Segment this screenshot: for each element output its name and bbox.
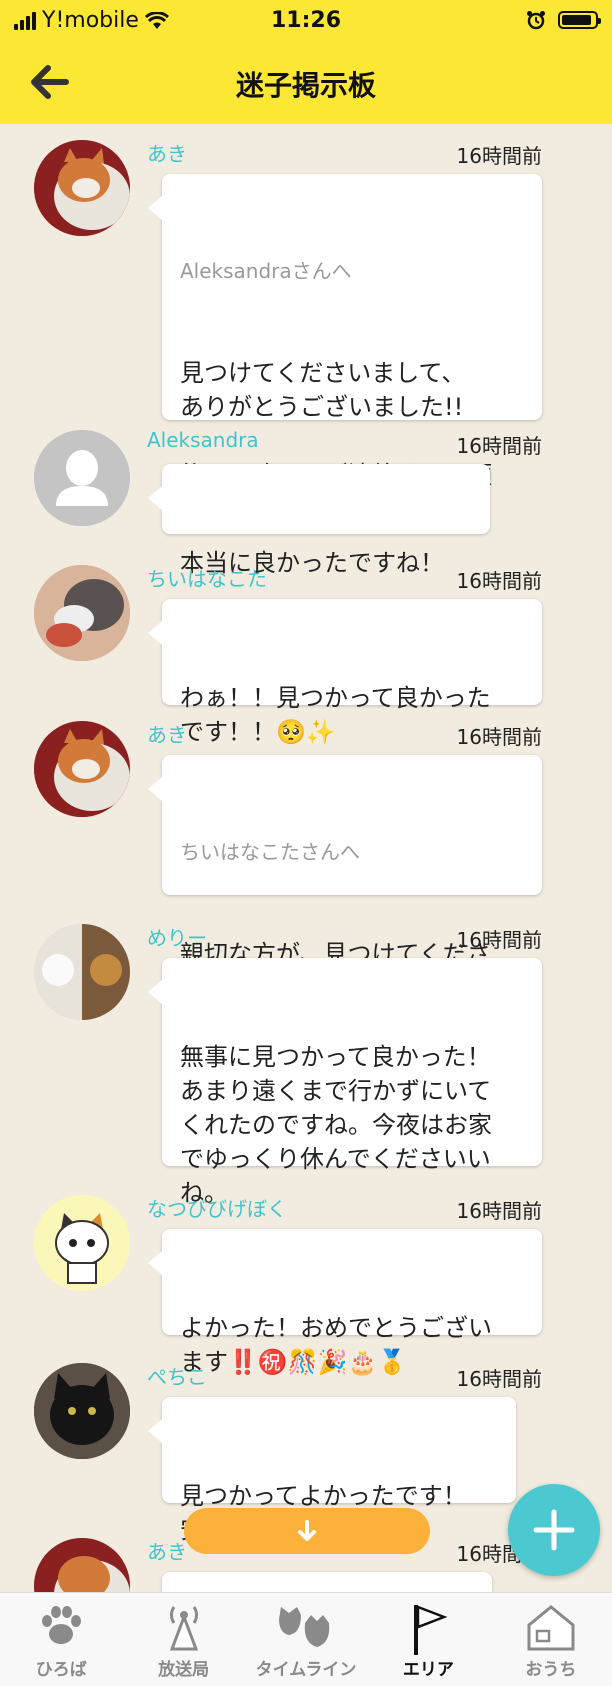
tab-area[interactable]: エリア bbox=[367, 1593, 489, 1686]
avatar[interactable] bbox=[34, 565, 130, 661]
tab-ouchi[interactable]: おうち bbox=[490, 1593, 612, 1686]
cat-photo-icon bbox=[34, 721, 130, 817]
message-bubble: よかった！おめでとうござい ます‼️㊗️🎊🎉🎂🥇 bbox=[148, 1229, 542, 1376]
house-icon bbox=[527, 1605, 575, 1651]
post-username[interactable]: あき bbox=[147, 138, 187, 167]
broadcast-tower-icon bbox=[169, 1606, 198, 1651]
avatar[interactable] bbox=[34, 1538, 130, 1592]
message-bubble bbox=[162, 1572, 492, 1592]
avatar[interactable] bbox=[34, 924, 130, 1020]
tab-label: ひろば bbox=[35, 1660, 87, 1680]
top-bar: Y!mobile 11:26 迷子掲示板 bbox=[0, 0, 612, 124]
tab-label: おうち bbox=[525, 1660, 577, 1680]
page-title: 迷子掲示板 bbox=[235, 69, 376, 102]
scroll-to-bottom-button[interactable] bbox=[184, 1508, 430, 1554]
avatar[interactable] bbox=[34, 1195, 130, 1291]
post-time: 16時間前 bbox=[456, 434, 542, 458]
message-bubble: 無事に見つかって良かった！ あまり遠くまで行かずにいて くれたのですね。今夜はお… bbox=[148, 958, 542, 1207]
paw-icon bbox=[42, 1606, 82, 1644]
reply-to-label: ちいはなこたさんへ bbox=[180, 840, 360, 864]
calico-cat-illustration-icon bbox=[34, 1195, 130, 1291]
message-bubble: Aleksandraさんへ 見つけてくださいまして、 ありがとうございました!!… bbox=[148, 174, 542, 523]
post-username[interactable]: あき bbox=[147, 719, 187, 748]
cat-masks-icon bbox=[279, 1607, 330, 1647]
new-post-button[interactable] bbox=[508, 1484, 600, 1576]
cat-photo-icon bbox=[34, 565, 130, 661]
message-bubble: ちいはなこたさんへ 親切な方が、見つけてくださ いました。 bbox=[148, 755, 542, 1002]
tab-bar: ひろば 放送局 タイムライン エリア おうち bbox=[0, 1592, 612, 1686]
post-username[interactable]: Aleksandra bbox=[147, 428, 259, 452]
message-text: 無事に見つかって良かった！ あまり遠くまで行かずにいて くれたのですね。今夜はお… bbox=[180, 1043, 492, 1207]
post-time: 16時間前 bbox=[456, 1367, 542, 1391]
avatar[interactable] bbox=[34, 1363, 130, 1459]
post-time: 16時間前 bbox=[456, 725, 542, 749]
post-username[interactable]: なつびびげぼく bbox=[147, 1193, 287, 1222]
message-feed[interactable]: あき 16時間前 Aleksandraさんへ 見つけてくださいまして、 ありがと… bbox=[0, 124, 612, 1592]
avatar[interactable] bbox=[34, 430, 130, 526]
avatar[interactable] bbox=[34, 721, 130, 817]
message-bubble: わぁ！！見つかって良かった です！！🥺✨ bbox=[148, 599, 542, 746]
tab-label: タイムライン bbox=[255, 1660, 357, 1680]
status-time: 11:26 bbox=[270, 8, 342, 33]
post-time: 16時間前 bbox=[456, 1199, 542, 1223]
tab-label: 放送局 bbox=[158, 1660, 210, 1680]
tab-hiroba[interactable]: ひろば bbox=[0, 1593, 122, 1686]
flag-icon bbox=[414, 1605, 448, 1655]
post-time: 16時間前 bbox=[456, 569, 542, 593]
alarm-icon bbox=[527, 11, 545, 30]
message-bubble: 本当に良かったですね！ bbox=[148, 464, 490, 577]
reply-to-label: Aleksandraさんへ bbox=[180, 259, 352, 283]
post-username[interactable]: ぺちこ bbox=[147, 1361, 207, 1390]
message-bubble: 見つかってよかったです！ 安心しました☺️ bbox=[148, 1397, 516, 1544]
tab-housoukyoku[interactable]: 放送局 bbox=[122, 1593, 244, 1686]
status-bar: Y!mobile 11:26 bbox=[0, 8, 612, 38]
plus-icon bbox=[533, 1509, 575, 1551]
tab-label: エリア bbox=[402, 1660, 454, 1680]
post-time: 16時間前 bbox=[456, 928, 542, 952]
tab-timeline[interactable]: タイムライン bbox=[245, 1593, 367, 1686]
cat-photo-icon bbox=[34, 1538, 130, 1592]
black-cat-photo-icon bbox=[34, 1363, 130, 1459]
arrow-down-icon bbox=[298, 1520, 316, 1541]
post-username[interactable]: めりー bbox=[147, 922, 207, 951]
default-user-icon bbox=[34, 430, 130, 526]
avatar[interactable] bbox=[34, 140, 130, 236]
post-username[interactable]: あき bbox=[147, 1536, 187, 1565]
dogs-photo-icon bbox=[34, 924, 130, 1020]
cat-photo-icon bbox=[34, 140, 130, 236]
post-time: 16時間前 bbox=[456, 144, 542, 168]
post-username[interactable]: ちいはなこた bbox=[147, 563, 267, 592]
battery-icon bbox=[558, 11, 601, 29]
